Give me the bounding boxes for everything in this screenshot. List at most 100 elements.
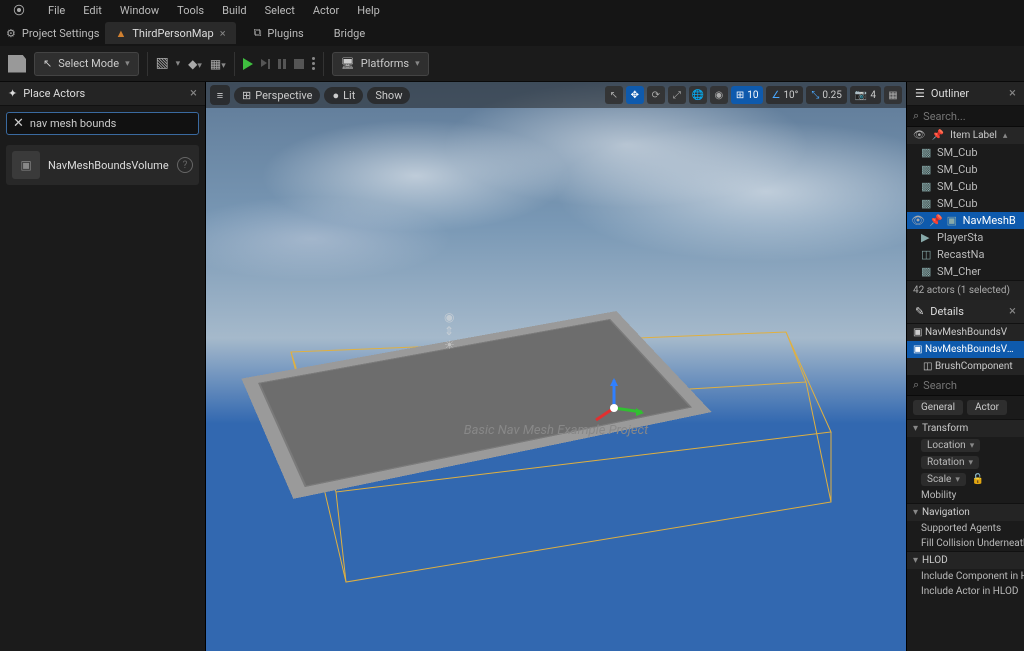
angle-snap-value: 10° [783,90,798,101]
viewport[interactable]: Basic Nav Mesh Example Project ◉⇕☀ ≡ ⊞ P… [206,82,906,651]
plugin-icon[interactable]: ⧉ [254,26,262,40]
menu-file[interactable]: File [48,4,65,17]
prop-rotation[interactable]: Rotation▾ [907,454,1024,471]
outliner-row[interactable]: ▩SM_Cub [907,161,1024,178]
outliner-search[interactable]: ⌕ [907,106,1024,127]
prop-include-actor-hlod[interactable]: Include Actor in HLOD [907,584,1024,599]
outliner-header[interactable]: 👁 📌 Item Label ▴ [907,127,1024,144]
search-input[interactable] [30,117,192,130]
scale-tool[interactable]: ⤢ [668,86,686,104]
place-actors-title: Place Actors [23,87,85,100]
prop-location[interactable]: Location▾ [907,437,1024,454]
world-local-toggle[interactable]: 🌐 [689,86,707,104]
marker-button[interactable]: ◆▾ [188,57,202,71]
component-row-child[interactable]: ◫ BrushComponent [907,358,1024,375]
outliner-row[interactable]: ▶PlayerSta [907,229,1024,246]
pin-icon[interactable]: 📌 [932,130,944,141]
show-dropdown[interactable]: Show [367,87,410,104]
details-search[interactable]: ⌕ [907,375,1024,396]
add-content-button[interactable]: ▾ [156,55,181,73]
lock-icon[interactable]: 🔓 [972,474,984,485]
outliner-list: ▩SM_Cub▩SM_Cub▩SM_Cub▩SM_Cub👁📌▣NavMeshB▶… [907,144,1024,280]
section-hlod-label: HLOD [922,555,948,566]
platforms-dropdown[interactable]: 🖥 Platforms ▾ [332,52,429,76]
menu-window[interactable]: Window [120,4,159,17]
play-options-button[interactable] [312,57,315,70]
section-navigation[interactable]: ▾Navigation [907,503,1024,521]
details-panel: ✎ Details × ▣ NavMeshBoundsV ▣ NavMeshBo… [907,300,1024,651]
tab-map[interactable]: ▲ ThirdPersonMap × [105,22,235,44]
scale-snap[interactable]: ⤡0.25 [806,86,847,104]
select-tool[interactable]: ↖ [605,86,623,104]
prop-include-component-hlod[interactable]: Include Component in HLOD [907,569,1024,584]
tab-plugins[interactable]: Plugins [267,27,303,40]
section-hlod[interactable]: ▾HLOD [907,551,1024,569]
ue-logo[interactable]: ⦿ [8,0,30,21]
help-icon[interactable]: ? [177,157,193,173]
save-icon[interactable] [8,55,26,73]
details-tab[interactable]: ✎ Details × [907,300,1024,324]
pin-icon[interactable]: 📌 [929,214,943,227]
outliner-row[interactable]: 👁📌▣NavMeshB [907,212,1024,229]
translate-tool[interactable]: ✥ [626,86,644,104]
details-tab-actor[interactable]: Actor [967,400,1007,415]
prop-fill-collision[interactable]: Fill Collision Underneath fo [907,536,1024,551]
outliner-search-input[interactable] [923,110,1024,123]
surface-snap-toggle[interactable]: ◉ [710,86,728,104]
menu-help[interactable]: Help [357,4,380,17]
play-button[interactable] [243,58,253,70]
search-result-navmeshbounds[interactable]: ▣ NavMeshBoundsVolume ? [6,145,199,185]
tab-project-settings[interactable]: Project Settings [22,27,100,40]
section-transform[interactable]: ▾Transform [907,419,1024,437]
place-actors-tab[interactable]: ✦ Place Actors × [0,82,205,106]
select-mode-dropdown[interactable]: ↖ Select Mode ▾ [34,52,139,76]
close-icon[interactable]: × [190,86,197,101]
menu-select[interactable]: Select [265,4,295,17]
menu-build[interactable]: Build [222,4,246,17]
stop-button[interactable] [294,59,304,69]
pause-button[interactable] [278,59,286,69]
item-icon: ▩ [921,180,933,193]
outliner-row[interactable]: ◫RecastNa [907,246,1024,263]
menu-tools[interactable]: Tools [177,4,204,17]
cinematics-button[interactable]: ▦▾ [210,57,226,71]
bulb-icon: ● [332,89,339,102]
grid-snap[interactable]: ⊞10 [731,86,764,104]
outliner-row[interactable]: ▩ SM_Cher [907,263,1024,280]
prop-mobility[interactable]: Mobility [907,488,1024,503]
viewport-options-button[interactable]: ≡ [210,85,230,105]
close-icon[interactable]: × [1009,304,1016,319]
lit-dropdown[interactable]: ● Lit [324,87,363,104]
eye-icon[interactable]: 👁 [911,214,925,227]
place-actors-icon: ✦ [8,87,17,100]
perspective-dropdown[interactable]: ⊞ Perspective [234,87,320,104]
place-actors-search[interactable]: ✕ [6,112,199,135]
gear-icon[interactable]: ⚙ [6,27,16,40]
outliner-row[interactable]: ▩SM_Cub [907,195,1024,212]
camera-speed[interactable]: 📷4 [850,86,881,104]
prop-scale[interactable]: Scale▾🔓 [907,471,1024,488]
outliner-tab[interactable]: ☰ Outliner × [907,82,1024,106]
sort-icon: ▴ [1003,131,1008,141]
viewport-layout-button[interactable]: ▦ [884,86,902,104]
details-tab-general[interactable]: General [913,400,963,415]
angle-snap[interactable]: ∠10° [766,86,803,104]
close-icon[interactable]: × [1009,86,1016,101]
eye-icon[interactable]: 👁 [913,130,926,141]
tab-bridge[interactable]: Bridge [334,27,365,40]
item-icon: ▩ [921,265,933,278]
angle-icon: ∠ [771,90,780,101]
item-label: SM_Cher [937,265,981,278]
step-button[interactable] [261,59,270,69]
rotate-tool[interactable]: ⟳ [647,86,665,104]
outliner-row[interactable]: ▩SM_Cub [907,144,1024,161]
menu-actor[interactable]: Actor [313,4,339,17]
menu-edit[interactable]: Edit [83,4,102,17]
close-icon[interactable]: × [220,27,226,40]
clear-icon[interactable]: ✕ [13,116,24,131]
outliner-row[interactable]: ▩SM_Cub [907,178,1024,195]
prop-supported-agents[interactable]: Supported Agents [907,521,1024,536]
item-icon: ▩ [921,197,933,210]
details-search-input[interactable] [923,379,1024,392]
component-row-root[interactable]: ▣ NavMeshBoundsVolum [907,341,1024,358]
